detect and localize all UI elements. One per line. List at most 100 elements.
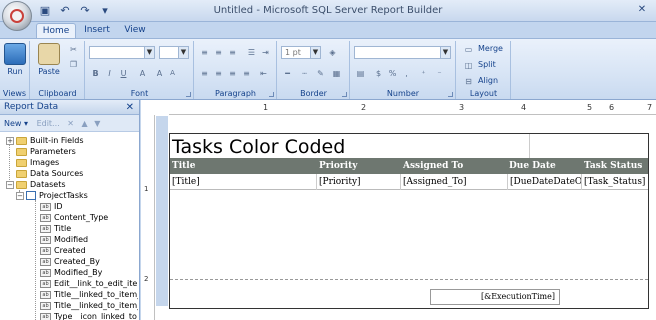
move-up-icon[interactable]: ▲ (81, 119, 87, 128)
decrease-decimal-icon[interactable]: ⁻ (433, 67, 446, 80)
bold-button[interactable]: B (89, 67, 102, 80)
split-icon[interactable]: ◫ (462, 59, 475, 72)
tree-item-datasets[interactable]: − Datasets (6, 180, 66, 190)
move-down-icon[interactable]: ▼ (94, 119, 100, 128)
border-dialog-launcher[interactable] (342, 92, 347, 97)
tree-item-builtin-fields[interactable]: + Built-in Fields (6, 136, 84, 146)
tree-item-dataset[interactable]: − ProjectTasks (16, 191, 88, 201)
column-header-task-status[interactable]: Task Status (584, 158, 642, 174)
borders-icon[interactable]: ▦ (330, 67, 343, 80)
align-right-icon[interactable]: ≡ (226, 67, 239, 80)
align-button[interactable]: Align (478, 76, 498, 85)
field-item[interactable]: ab Content_Type (40, 213, 108, 223)
outdent-icon[interactable]: ⇤ (257, 67, 270, 80)
report-title[interactable]: Tasks Color Coded (172, 136, 345, 158)
design-canvas[interactable]: 1 2 3 4 5 6 7 1 2 Tasks Color Coded Titl… (141, 100, 656, 320)
cell-title[interactable]: [Title] (170, 174, 317, 190)
paste-button[interactable]: Paste (35, 43, 63, 76)
indent-icon[interactable]: ⇥ (259, 46, 272, 59)
delete-icon[interactable]: ✕ (67, 119, 74, 128)
border-pen-icon[interactable]: ✎ (314, 67, 327, 80)
cut-icon[interactable]: ✂ (67, 43, 80, 56)
copy-icon[interactable]: ❐ (67, 58, 80, 71)
new-button[interactable]: New ▾ (4, 119, 28, 128)
cell-due-date[interactable]: [DueDateDateOn (508, 174, 582, 190)
align-center-icon[interactable]: ≡ (212, 67, 225, 80)
ruler-number: 1 (144, 185, 149, 193)
align-icon[interactable]: ⊟ (462, 75, 475, 88)
collapse-icon[interactable]: − (6, 180, 14, 189)
number-format-dropdown[interactable]: ▼ (354, 46, 451, 59)
tab-view[interactable]: View (120, 23, 150, 38)
paste-icon (38, 43, 60, 65)
ruler-number: 3 (459, 103, 465, 112)
column-header-title[interactable]: Title (172, 158, 195, 174)
font-size-dropdown[interactable]: ▼ (159, 46, 189, 59)
align-left-icon[interactable]: ≡ (198, 67, 211, 80)
field-item[interactable]: abEdit__link_to_edit_item_ (40, 279, 138, 289)
number-dialog-launcher[interactable] (448, 92, 453, 97)
folder-icon (16, 136, 27, 145)
expand-icon[interactable]: + (6, 136, 14, 145)
column-header-assigned-to[interactable]: Assigned To (403, 158, 463, 174)
percent-icon[interactable]: % (386, 67, 399, 80)
align-top-icon[interactable]: ≡ (198, 46, 211, 59)
edit-button[interactable]: Edit... (37, 119, 60, 128)
increase-font-icon[interactable]: A (153, 67, 166, 80)
underline-button[interactable]: U (117, 67, 130, 80)
tree-item-images[interactable]: Images (16, 158, 59, 168)
field-item[interactable]: ab Modified (40, 235, 88, 245)
tab-insert[interactable]: Insert (80, 23, 114, 38)
tree-item-parameters[interactable]: Parameters (16, 147, 76, 157)
list-icon[interactable]: ☰ (245, 46, 258, 59)
cell-assigned-to[interactable]: [Assigned_To] (401, 174, 508, 190)
cell-priority[interactable]: [Priority] (317, 174, 401, 190)
collapse-icon[interactable]: − (16, 191, 24, 200)
field-item[interactable]: ab Modified_By (40, 268, 102, 278)
field-item[interactable]: abTitle__linked_to_item_w (40, 301, 138, 311)
border-color-icon[interactable]: ┄ (298, 67, 311, 80)
paragraph-dialog-launcher[interactable] (269, 92, 274, 97)
style-icon[interactable]: , (400, 67, 413, 80)
increase-decimal-icon[interactable]: ⁺ (417, 67, 430, 80)
column-header-priority[interactable]: Priority (319, 158, 357, 174)
justify-icon[interactable]: ≡ (240, 67, 253, 80)
placeholder-icon[interactable]: ▤ (354, 67, 367, 80)
close-window-button[interactable]: ✕ (632, 3, 652, 17)
font-color-icon[interactable]: A (136, 67, 149, 80)
office-button[interactable] (2, 1, 32, 31)
field-item[interactable]: ab ID (40, 202, 63, 212)
report-body[interactable]: Tasks Color Coded Title Priority Assigne… (169, 133, 649, 309)
font-family-dropdown[interactable]: ▼ (89, 46, 155, 59)
close-icon[interactable]: ✕ (126, 100, 134, 115)
column-header-due-date[interactable]: Due Date (509, 158, 556, 174)
align-middle-icon[interactable]: ≡ (212, 46, 225, 59)
align-bottom-icon[interactable]: ≡ (226, 46, 239, 59)
split-button[interactable]: Split (478, 60, 496, 69)
tree-label: Data Sources (30, 169, 84, 178)
report-data-title: Report Data (4, 102, 59, 112)
ruler-number: 6 (609, 103, 615, 112)
fill-color-icon[interactable]: ◈ (326, 46, 339, 59)
font-dialog-launcher[interactable] (186, 92, 191, 97)
field-item[interactable]: ab Type__icon_linked_to_d (40, 312, 138, 320)
tree-item-data-sources[interactable]: Data Sources (16, 169, 83, 179)
field-item[interactable]: ab Title (40, 224, 71, 234)
run-button[interactable]: Run (3, 43, 27, 76)
merge-icon[interactable]: ▭ (462, 43, 475, 56)
group-layout-label: Layout (469, 89, 498, 98)
border-style-icon[interactable]: ━ (281, 67, 294, 80)
field-item[interactable]: ab Created_By (40, 257, 100, 267)
border-width-dropdown[interactable]: 1 pt ▼ (281, 46, 321, 59)
tab-home[interactable]: Home (36, 23, 76, 38)
field-item[interactable]: ab Created (40, 246, 86, 256)
decrease-font-icon[interactable]: A (166, 67, 179, 80)
merge-button[interactable]: Merge (478, 44, 503, 53)
italic-button[interactable]: I (103, 67, 116, 80)
field-item[interactable]: ab Title__linked_to_item_ (40, 290, 138, 300)
group-font-label: Font (130, 89, 149, 98)
title-textbox[interactable]: Tasks Color Coded (170, 134, 530, 158)
currency-icon[interactable]: $ (372, 67, 385, 80)
execution-time-textbox[interactable]: [&ExecutionTime] (430, 289, 560, 305)
cell-task-status[interactable]: [Task_Status] (582, 174, 648, 190)
